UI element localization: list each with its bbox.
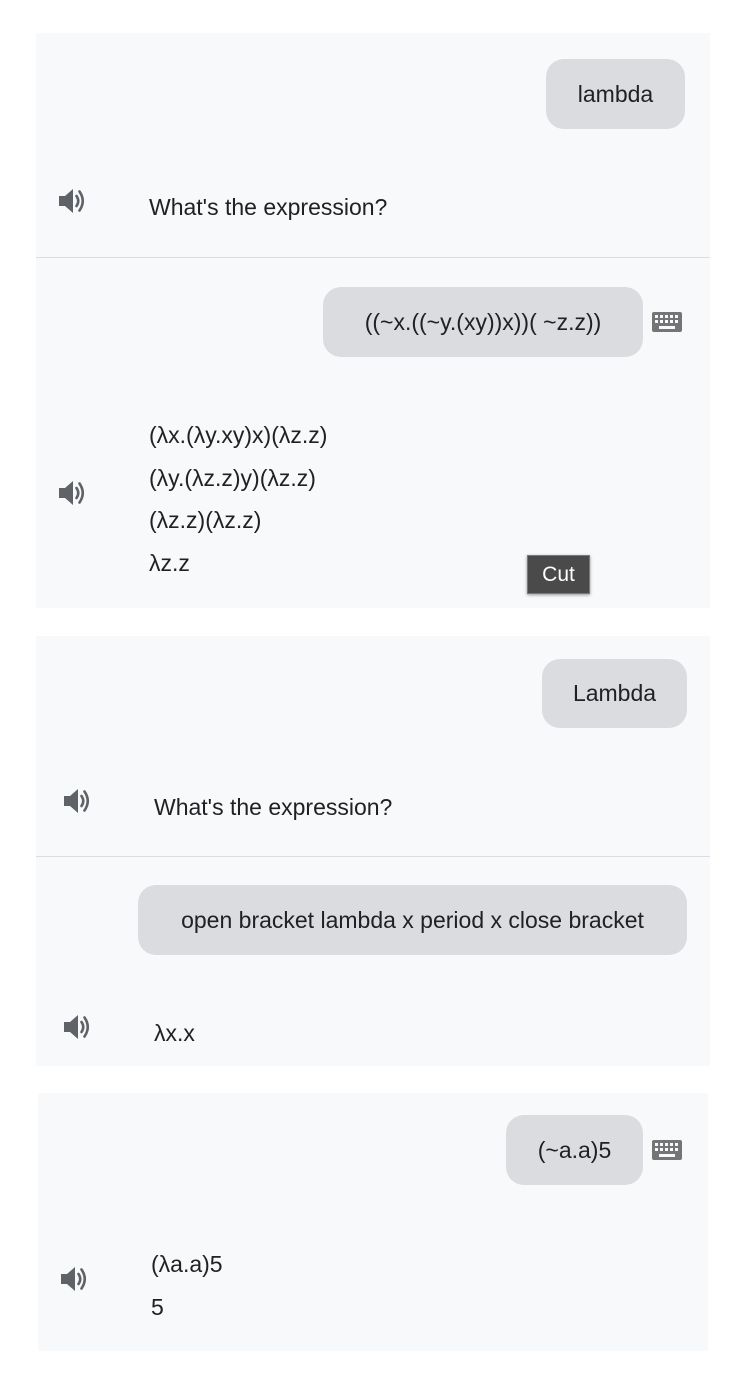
- conversation-card-3: (~a.a)5 (λa.a)5 5: [38, 1093, 708, 1351]
- cut-tooltip: Cut: [527, 555, 590, 594]
- user-query-bubble[interactable]: (~a.a)5: [506, 1115, 643, 1185]
- user-query-bubble[interactable]: Lambda: [542, 659, 687, 728]
- turn-divider: [36, 856, 710, 857]
- user-query-bubble[interactable]: ((~x.((~y.(xy))x))( ~z.z)): [323, 287, 643, 357]
- assistant-reply: What's the expression?: [154, 794, 393, 820]
- reduction-steps: (λa.a)5 5: [151, 1243, 223, 1328]
- reduction-step: 5: [151, 1293, 164, 1320]
- turn-divider: [36, 257, 710, 258]
- reduction-step: (λy.(λz.z)y)(λz.z): [149, 464, 316, 491]
- user-query-bubble[interactable]: open bracket lambda x period x close bra…: [138, 885, 687, 955]
- speaker-icon[interactable]: [56, 479, 86, 507]
- assistant-reply: What's the expression?: [149, 194, 388, 220]
- keyboard-icon[interactable]: [652, 1140, 682, 1160]
- user-query-bubble[interactable]: lambda: [546, 59, 685, 129]
- reduction-step: (λx.(λy.xy)x)(λz.z): [149, 422, 328, 448]
- speaker-icon[interactable]: [61, 787, 91, 815]
- conversation-card-1: lambda What's the expression? ((~x.((~y.…: [36, 33, 710, 608]
- keyboard-icon[interactable]: [652, 312, 682, 332]
- speaker-icon[interactable]: [56, 187, 86, 215]
- reduction-step: (λa.a)5: [151, 1251, 223, 1277]
- reduction-step: λz.z: [149, 549, 190, 576]
- conversation-card-2: Lambda What's the expression? open brack…: [36, 636, 710, 1066]
- assistant-reply: λx.x: [154, 1020, 195, 1046]
- speaker-icon[interactable]: [58, 1265, 88, 1293]
- speaker-icon[interactable]: [61, 1013, 91, 1041]
- reduction-step: (λz.z)(λz.z): [149, 507, 262, 533]
- reduction-steps: (λx.(λy.xy)x)(λz.z) (λy.(λz.z)y)(λz.z) (…: [149, 414, 327, 584]
